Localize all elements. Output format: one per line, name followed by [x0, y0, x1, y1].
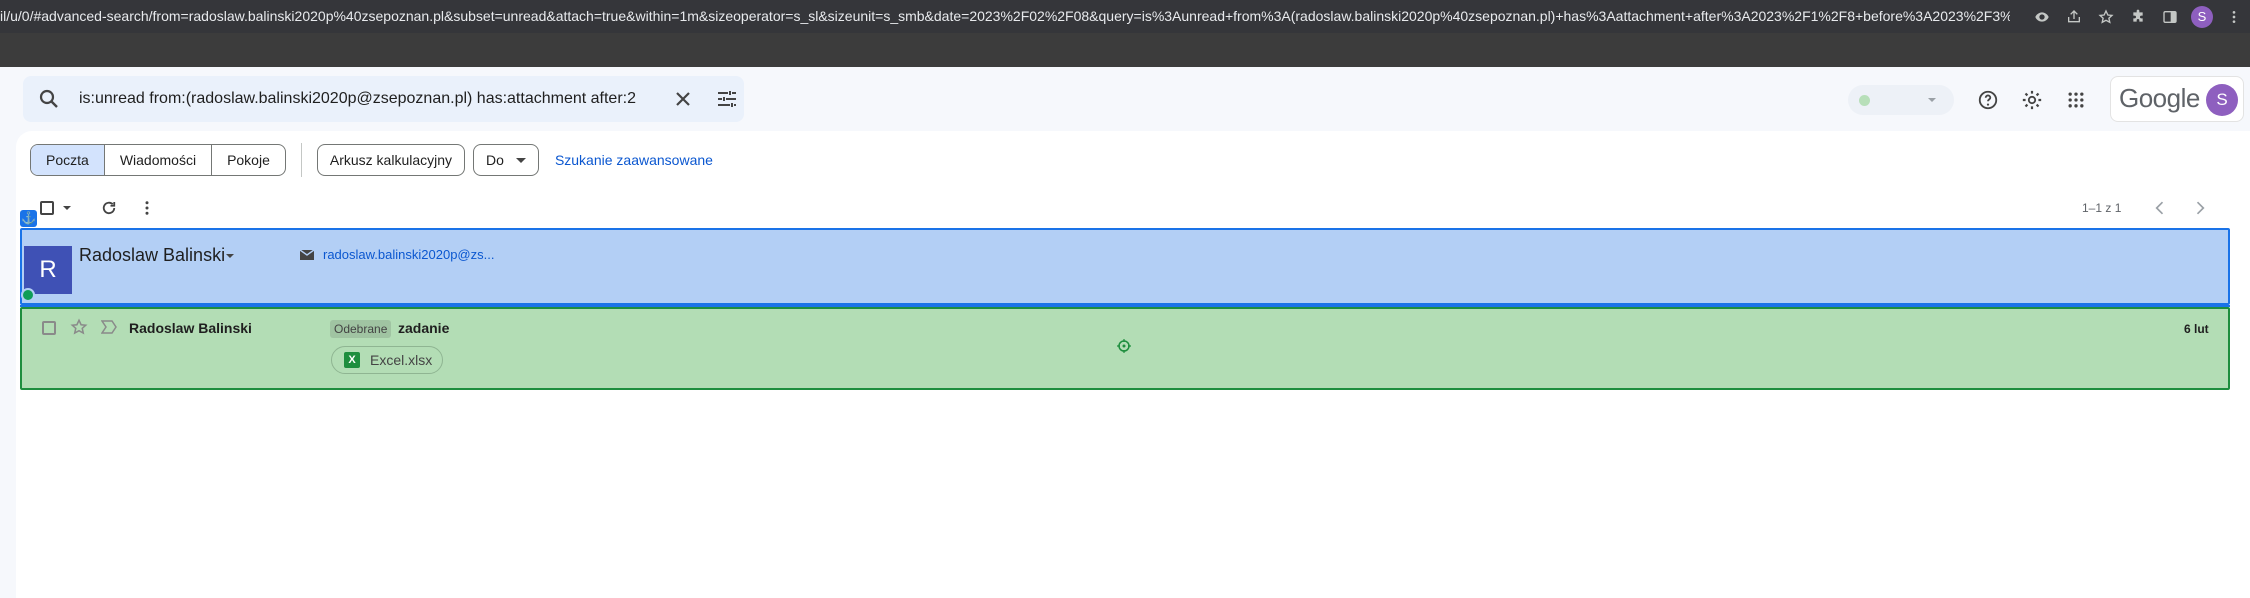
- share-icon[interactable]: [2058, 0, 2090, 33]
- sender-avatar[interactable]: R: [24, 246, 72, 294]
- gmail-header: is:unread from:(radoslaw.balinski2020p@z…: [0, 67, 2250, 131]
- status-dot: [1859, 95, 1870, 106]
- search-scope-segments: Poczta Wiadomości Pokoje: [30, 144, 286, 176]
- sender-email-link[interactable]: radoslaw.balinski2020p@zs...: [323, 247, 494, 262]
- search-bar[interactable]: is:unread from:(radoslaw.balinski2020p@z…: [23, 76, 744, 122]
- gear-icon[interactable]: [2019, 87, 2045, 113]
- search-filter-chips: Poczta Wiadomości Pokoje Arkusz kalkulac…: [30, 143, 713, 177]
- to-filter-chip[interactable]: Do: [473, 144, 539, 176]
- segment-messages[interactable]: Wiadomości: [105, 145, 213, 175]
- email-subject: zadanie: [398, 320, 450, 336]
- refresh-icon[interactable]: [100, 199, 118, 217]
- email-date: 6 lut: [2184, 322, 2209, 336]
- chevron-right-icon[interactable]: [2190, 198, 2210, 218]
- select-all-checkbox[interactable]: [40, 201, 54, 215]
- chevron-left-icon[interactable]: [2150, 198, 2170, 218]
- search-input[interactable]: is:unread from:(radoslaw.balinski2020p@z…: [79, 76, 674, 122]
- pagination-text: 1–1 z 1: [2082, 201, 2122, 215]
- segment-mail[interactable]: Poczta: [31, 145, 105, 175]
- star-icon[interactable]: [70, 318, 88, 336]
- profile-button[interactable]: S: [2186, 0, 2218, 33]
- attachment-name: Excel.xlsx: [370, 352, 433, 368]
- inbox-label-badge[interactable]: Odebrane: [330, 320, 392, 338]
- to-chip-label: Do: [486, 152, 504, 168]
- importance-marker-icon[interactable]: [101, 320, 117, 334]
- search-icon[interactable]: [37, 87, 61, 111]
- sender-name[interactable]: Radoslaw Balinski: [79, 245, 225, 266]
- sender-card[interactable]: [20, 228, 2230, 305]
- search-options-icon[interactable]: [715, 87, 739, 111]
- chevron-down-icon: [515, 157, 526, 163]
- chevron-down-icon[interactable]: [226, 254, 234, 258]
- list-toolbar: [40, 196, 156, 220]
- anchor-icon: ⚓: [20, 210, 37, 227]
- online-status-icon: [21, 288, 35, 302]
- advanced-search-link[interactable]: Szukanie zaawansowane: [555, 152, 713, 168]
- close-icon[interactable]: [671, 87, 695, 111]
- attachment-chip[interactable]: X Excel.xlsx: [331, 346, 444, 374]
- browser-menu-icon[interactable]: [2218, 0, 2250, 33]
- bookmark-star-icon[interactable]: [2090, 0, 2122, 33]
- crosshair-icon: [1117, 339, 1131, 353]
- segment-rooms[interactable]: Pokoje: [212, 145, 285, 175]
- browser-toolbar-strip: [0, 33, 2250, 67]
- profile-avatar: S: [2191, 5, 2213, 28]
- account-avatar[interactable]: S: [2206, 84, 2238, 116]
- help-icon[interactable]: [1975, 87, 2001, 113]
- chevron-down-icon: [1928, 98, 1936, 102]
- excel-file-icon: X: [344, 352, 360, 368]
- status-indicator[interactable]: [1848, 85, 1954, 115]
- browser-address-bar[interactable]: il/u/0/#advanced-search/from=radoslaw.ba…: [0, 0, 2250, 33]
- google-account-box[interactable]: Google S: [2110, 76, 2244, 122]
- extensions-icon[interactable]: [2122, 0, 2154, 33]
- spreadsheet-chip-label: Arkusz kalkulacyjny: [329, 152, 453, 168]
- side-panel-icon[interactable]: [2154, 0, 2186, 33]
- apps-grid-icon[interactable]: [2063, 87, 2089, 113]
- google-logo: Google: [2119, 83, 2200, 113]
- url-text[interactable]: il/u/0/#advanced-search/from=radoslaw.ba…: [0, 0, 2010, 33]
- chevron-down-icon[interactable]: [62, 203, 72, 213]
- eye-icon[interactable]: [2026, 0, 2058, 33]
- row-checkbox[interactable]: [42, 321, 56, 335]
- more-vert-icon[interactable]: [138, 199, 156, 217]
- spreadsheet-filter-chip[interactable]: Arkusz kalkulacyjny: [316, 144, 466, 176]
- mail-icon: [300, 249, 314, 260]
- email-sender: Radoslaw Balinski: [129, 320, 252, 336]
- divider: [300, 143, 302, 177]
